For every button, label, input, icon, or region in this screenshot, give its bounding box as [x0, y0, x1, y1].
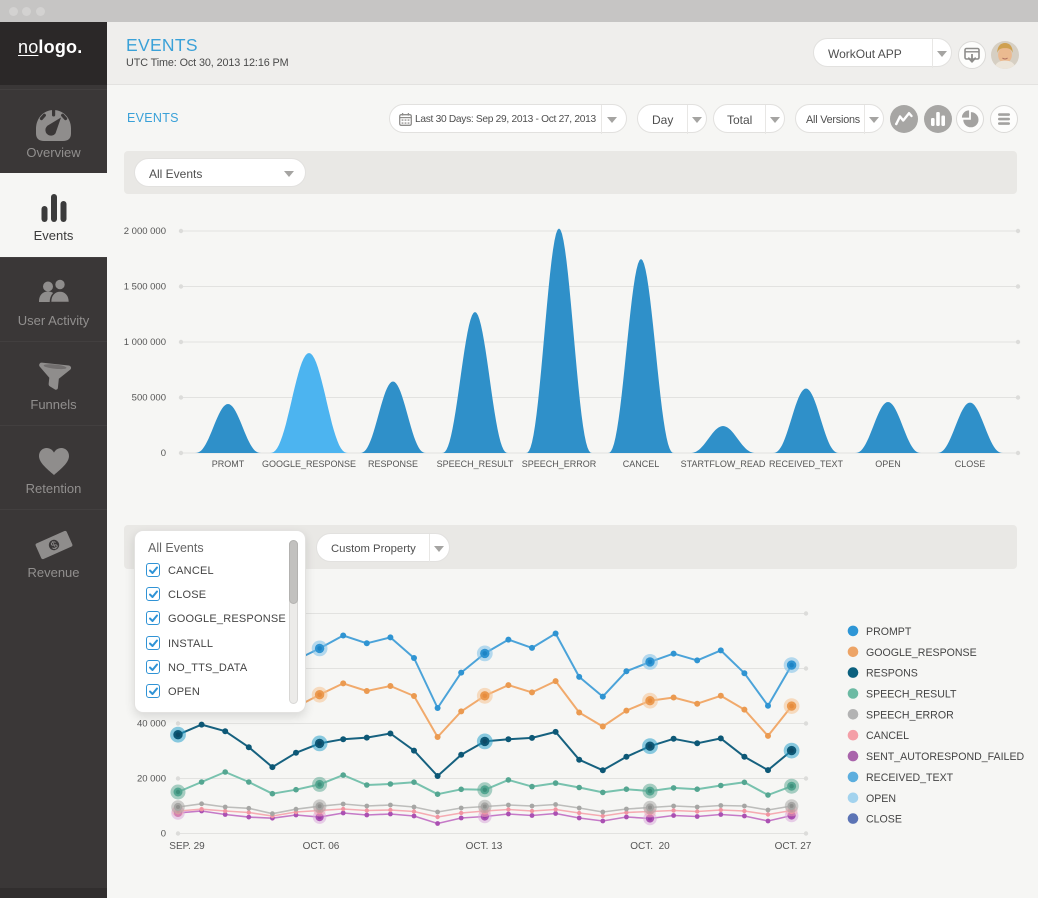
- svg-text:CLOSE: CLOSE: [955, 459, 986, 469]
- svg-text:RECEIVED_TEXT: RECEIVED_TEXT: [769, 459, 844, 469]
- svg-text:20 000: 20 000: [137, 774, 166, 785]
- svg-text:SEP. 29: SEP. 29: [169, 841, 205, 852]
- svg-text:40 000: 40 000: [137, 719, 166, 730]
- svg-text:GOOGLE_RESPONSE: GOOGLE_RESPONSE: [866, 647, 977, 659]
- svg-text:CLOSE: CLOSE: [866, 814, 902, 826]
- svg-text:OCT. 06: OCT. 06: [303, 841, 340, 852]
- svg-text:RECEIVED_TEXT: RECEIVED_TEXT: [866, 772, 954, 784]
- svg-text:1 000 000: 1 000 000: [124, 337, 166, 348]
- svg-text:OCT. 27: OCT. 27: [775, 841, 812, 852]
- svg-text:SPEECH_ERROR: SPEECH_ERROR: [866, 709, 954, 721]
- svg-text:2 000 000: 2 000 000: [124, 226, 166, 237]
- svg-text:1 500 000: 1 500 000: [124, 282, 166, 293]
- svg-text:GOOGLE_RESPONSE: GOOGLE_RESPONSE: [262, 459, 356, 469]
- svg-text:CANCEL: CANCEL: [866, 730, 909, 742]
- svg-text:0: 0: [161, 448, 166, 459]
- svg-text:SPEECH_RESULT: SPEECH_RESULT: [866, 689, 957, 701]
- svg-text:OCT. 20: OCT. 20: [630, 841, 670, 852]
- svg-text:PROMT: PROMT: [212, 459, 245, 469]
- svg-text:OCT. 13: OCT. 13: [466, 841, 503, 852]
- svg-text:500 000: 500 000: [132, 393, 166, 404]
- svg-text:STARTFLOW_READ: STARTFLOW_READ: [681, 459, 766, 469]
- svg-text:PROMPT: PROMPT: [866, 626, 912, 638]
- svg-text:SENT_AUTORESPOND_FAILED: SENT_AUTORESPOND_FAILED: [866, 751, 1025, 763]
- svg-text:OPEN: OPEN: [866, 793, 896, 805]
- svg-text:SPEECH_RESULT: SPEECH_RESULT: [437, 459, 514, 469]
- svg-text:CANCEL: CANCEL: [623, 459, 660, 469]
- svg-text:RESPONSE: RESPONSE: [368, 459, 418, 469]
- svg-text:0: 0: [161, 829, 166, 840]
- svg-text:RESPONS: RESPONS: [866, 668, 918, 680]
- svg-text:OPEN: OPEN: [875, 459, 901, 469]
- svg-text:SPEECH_ERROR: SPEECH_ERROR: [522, 459, 597, 469]
